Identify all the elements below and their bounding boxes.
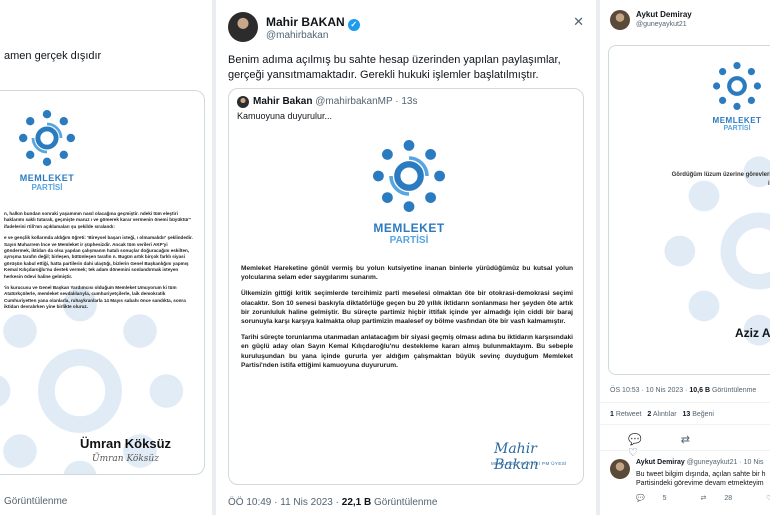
reply-action[interactable]: 💬 5 (636, 495, 683, 502)
tweet-timestamp[interactable]: ÖS 10:53 · 10 Nis 2023 · (610, 387, 689, 394)
party-name: MEMLEKET (373, 221, 445, 235)
handwritten-signature: Ümran Köksüz (92, 454, 159, 464)
author-handle[interactable]: @guneyaykut21 (636, 21, 687, 28)
party-sub: PARTİSİ (723, 125, 751, 132)
views-count: 22,1 B (341, 497, 372, 508)
like-icon[interactable]: ♡ (766, 495, 770, 502)
retweet-action[interactable]: ⇄ 28 (701, 495, 749, 502)
handwritten-signature: Mahir Bakan (494, 441, 539, 473)
quoted-header: Mahir Bakan @mahirbakanMP · 13s (253, 96, 417, 107)
tweet-meta: ÖS 10:53 · 10 Nis 2023 · 10,6 B Görüntül… (610, 387, 756, 394)
author-name[interactable]: Aykut Demiray (636, 10, 692, 19)
party-logo: MEMLEKET PARTİSİ (707, 56, 767, 132)
avatar[interactable] (610, 10, 630, 30)
divider (600, 450, 770, 451)
quoted-tweet[interactable]: Mahir Bakan @mahirbakanMP · 13s Kamuoyun… (228, 88, 584, 485)
views-count: 10,6 B (689, 387, 711, 394)
quoted-author: Mahir Bakan (253, 96, 313, 107)
party-name: MEMLEKET (19, 173, 75, 183)
statement-text: n, halkın bundan sonraki yaşamının nasıl… (4, 211, 194, 316)
party-name: MEMLEKET (712, 116, 762, 125)
tweet-image-card[interactable]: MEMLEKET PARTİSİ n, halkın bundan sonrak… (0, 90, 205, 475)
retweet-count[interactable]: 1 (610, 411, 614, 418)
verified-icon: ✓ (347, 19, 360, 31)
views-label: Görüntülenme (371, 497, 438, 508)
like-label[interactable]: Beğeni (692, 411, 714, 418)
statement-paragraph: Memleket Hareketine gönül vermiş bu yolu… (241, 265, 573, 282)
reply-icon[interactable]: 💬 (636, 495, 645, 502)
author-name[interactable]: Mahir BAKAN ✓ (266, 15, 360, 31)
party-sub: PARTİSİ (31, 183, 63, 192)
views-label: Görüntülenme (4, 496, 68, 507)
reply-author[interactable]: Aykut Demiray (636, 459, 685, 466)
statement-text: Gördüğüm lüzum üzerine görevlerimden ist… (671, 172, 770, 187)
tweet-text: amen gerçek dışıdır (4, 50, 102, 62)
tweet-timestamp[interactable]: ÖÖ 10:49 · 11 Nis 2023 · (228, 497, 342, 508)
party-logo: MEMLEKET PARTİSİ (364, 131, 454, 246)
quoted-text: Kamuoyuna duyurulur... (237, 111, 333, 121)
tweet-image-card[interactable]: MEMLEKET PARTİSİ Gördüğüm lüzum üzerine … (608, 45, 770, 375)
signature-name: Aziz A (735, 326, 770, 340)
statement-paragraph: Ülkemizin gittiği kritik seçimlerde terc… (241, 290, 573, 326)
quote-count[interactable]: 2 (647, 411, 651, 418)
right-tweet-panel: Aykut Demiray @guneyaykut21 MEMLEKET PAR… (600, 0, 770, 515)
party-sub: PARTİSİ (389, 235, 429, 246)
like-icon[interactable]: ♡ (628, 447, 638, 459)
signature-name: Ümran Köksüz (80, 436, 172, 451)
author-name-text[interactable]: Mahir BAKAN (266, 15, 345, 29)
like-count[interactable]: 13 (682, 411, 690, 418)
retweet-icon[interactable]: ⇄ (681, 434, 690, 446)
statement-paragraph: 'in kurucusu ve Genel Başkan Yardımcısı … (4, 285, 186, 310)
statement-paragraph: Tarihi süreçte torunlarıma utanmadan anl… (241, 334, 573, 369)
like-action[interactable]: ♡ 104 (766, 495, 770, 502)
views-label: Görüntülenme (710, 387, 757, 394)
signature-title: MEMLEKET PARTİSİ PM ÜYESİ (491, 461, 567, 466)
tweet-meta: ÖÖ 10:49 · 11 Nis 2023 · 22,1 B Görüntül… (228, 497, 437, 508)
reply-count: 5 (662, 495, 667, 502)
reply-avatar[interactable] (610, 459, 630, 479)
party-emblem-icon (19, 110, 75, 166)
quoted-avatar (237, 96, 249, 108)
reply-text-line: Bu tweet bilgim dışında, açılan sahte bi… (636, 471, 766, 478)
close-icon[interactable]: ✕ (573, 14, 584, 30)
retweet-count: 28 (724, 495, 733, 502)
statement-paragraph: n, halkın bundan sonraki yaşamının nasıl… (4, 211, 192, 229)
reply-actions: 💬 5 ⇄ 28 ♡ 104 (636, 494, 770, 502)
main-tweet-panel: Mahir BAKAN ✓ @mahirbakan ✕ Benim adıma a… (216, 0, 596, 515)
reply-icon[interactable]: 💬 (628, 434, 642, 446)
reply-text-line: Partisindeki görevime devam etmekteyim (636, 480, 764, 487)
left-tweet-panel: amen gerçek dışıdır MEMLEKET PARTİSİ n, … (0, 0, 212, 515)
quote-label[interactable]: Alıntılar (653, 411, 677, 418)
divider (600, 424, 770, 425)
statement-paragraph: e ve gençlik kollarında aldığım öğreti: … (4, 235, 193, 279)
author-handle[interactable]: @mahirbakan (266, 30, 328, 41)
tweet-text: Benim adıma açılmış bu sahte hesap üzeri… (228, 54, 561, 81)
avatar[interactable] (228, 12, 258, 42)
party-emblem-icon (713, 62, 761, 110)
engagement-stats: 1 Retweet 2 Alıntılar 13 Beğeni (610, 411, 714, 418)
reply-text: Bu tweet bilgim dışında, açılan sahte bi… (636, 470, 770, 488)
retweet-label[interactable]: Retweet (616, 411, 642, 418)
quoted-handle-time: @mahirbakanMP · 13s (315, 96, 418, 107)
divider (600, 402, 770, 403)
tweet-actions: 💬 ⇄ ♡ (628, 433, 770, 459)
reply-handle-time[interactable]: @guneyaykut21 · 10 Nis (687, 459, 764, 466)
party-emblem-icon (373, 140, 445, 212)
statement-text: Memleket Hareketine gönül vermiş bu yolu… (241, 264, 573, 377)
retweet-icon[interactable]: ⇄ (701, 495, 707, 502)
party-logo: MEMLEKET PARTİSİ (12, 103, 82, 192)
reply-header: Aykut Demiray @guneyaykut21 · 10 Nis (636, 459, 763, 466)
